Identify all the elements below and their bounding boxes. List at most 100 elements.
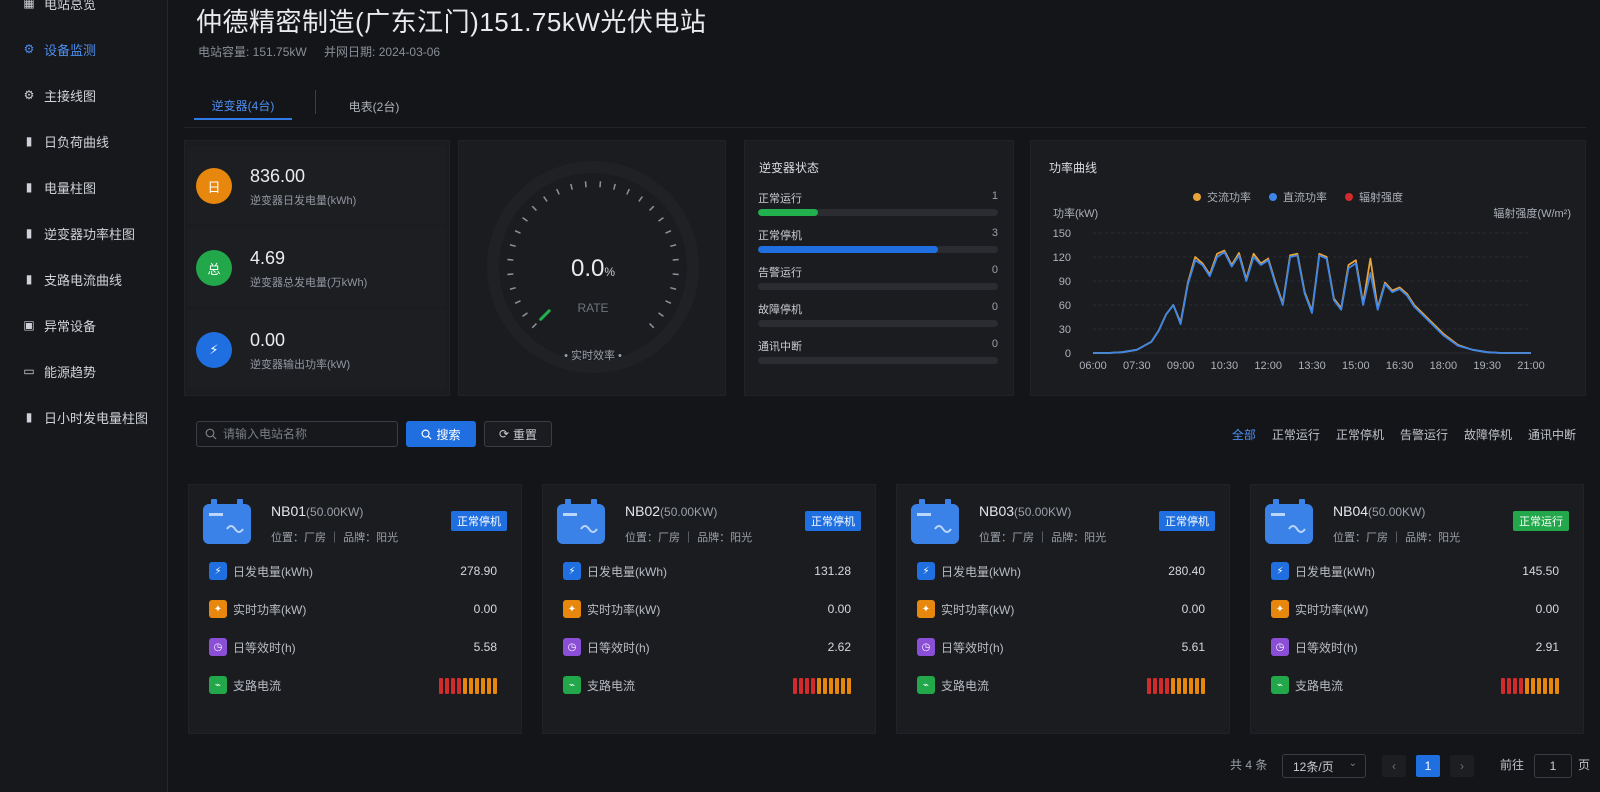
inverter-card[interactable]: NB01(50.00KW) 位置：厂房 ｜ 品牌：阳光 正常停机 ⚡ 日发电量(kWh)… — [188, 484, 522, 734]
sidebar-item-4[interactable]: ▮ 电量柱图 — [0, 172, 168, 202]
string-current-indicators — [793, 678, 851, 694]
sidebar-item-8[interactable]: ▭ 能源趋势 — [0, 356, 168, 386]
metric-hours: ◷ 日等效时(h) 2.62 — [563, 636, 859, 658]
inverter-icon — [201, 499, 253, 545]
status-badge: 正常停机 — [451, 511, 507, 531]
grid-icon: ▦ — [23, 0, 35, 10]
gauge-tick — [626, 188, 631, 195]
string-indicator — [841, 678, 845, 694]
sidebar-item-label: 日小时发电量柱图 — [44, 410, 149, 426]
metric-value: 0.00 — [1535, 602, 1559, 616]
string-indicator — [799, 678, 803, 694]
gauge-tick — [522, 217, 528, 222]
filter-option[interactable]: 全部 — [1232, 426, 1256, 443]
inverter-card[interactable]: NB02(50.00KW) 位置：厂房 ｜ 品牌：阳光 正常停机 ⚡ 日发电量(kWh)… — [542, 484, 876, 734]
filter-option[interactable]: 告警运行 — [1400, 426, 1448, 443]
prev-page-button[interactable]: ‹ — [1382, 755, 1406, 777]
metric-value: 0.00 — [1181, 602, 1205, 616]
gauge-tick — [514, 229, 521, 234]
gauge-tick — [543, 196, 548, 202]
metric-daily: ⚡ 日发电量(kWh) 280.40 — [917, 560, 1213, 582]
sidebar-item-7[interactable]: ▣ 异常设备 — [0, 310, 168, 340]
pagination-total: 共 4 条 — [1230, 758, 1268, 772]
string-indicator — [1171, 678, 1175, 694]
power-icon: ✦ — [1271, 600, 1289, 618]
string-indicator — [493, 678, 497, 694]
sidebar-item-0[interactable]: ▦ 电站总览 — [0, 0, 168, 18]
chevron-down-icon: ⌄ — [1348, 758, 1357, 769]
page-jump-input[interactable]: 1 — [1534, 754, 1572, 778]
filter-option[interactable]: 通讯中断 — [1528, 426, 1576, 443]
power-icon: ✦ — [563, 600, 581, 618]
next-page-button[interactable]: › — [1450, 755, 1474, 777]
status-count: 3 — [991, 227, 998, 239]
station-capacity: 电站容量: 151.75kW — [198, 45, 307, 59]
page-size-select[interactable]: 12条/页 ⌄ — [1282, 754, 1366, 778]
metric-value: 5.58 — [473, 640, 497, 654]
gear-icon: ⚙ — [23, 42, 35, 56]
inverter-rated-power: (50.00KW) — [306, 505, 364, 519]
metric-label: 支路电流 — [587, 678, 636, 693]
gauge-tick — [570, 183, 574, 190]
sidebar-item-9[interactable]: ▮ 日小时发电量柱图 — [0, 402, 168, 432]
inverter-name: NB01(50.00KW) — [271, 503, 363, 519]
stat-icon: 总 — [196, 250, 232, 286]
series-line — [1093, 249, 1531, 354]
sidebar-item-3[interactable]: ▮ 日负荷曲线 — [0, 126, 168, 156]
filter-option[interactable]: 正常停机 — [1336, 426, 1384, 443]
gauge-tick — [612, 183, 616, 190]
status-count: 0 — [991, 338, 998, 350]
string-indicator — [1531, 678, 1535, 694]
string-indicator — [1513, 678, 1517, 694]
search-field[interactable] — [196, 421, 398, 447]
gauge-tick — [649, 205, 655, 211]
inverter-rated-power: (50.00KW) — [1368, 505, 1426, 519]
tab-meter[interactable]: 电表(2台) — [334, 92, 414, 120]
status-bar-fill — [758, 209, 818, 216]
sidebar-item-1[interactable]: ⚙ 设备监测 — [0, 34, 168, 64]
inverter-card[interactable]: NB03(50.00KW) 位置：厂房 ｜ 品牌：阳光 正常停机 ⚡ 日发电量(kWh)… — [896, 484, 1230, 734]
string-current-indicators — [1147, 678, 1205, 694]
strings-icon: ⌁ — [1271, 676, 1289, 694]
x-tick-label: 06:00 — [1079, 360, 1107, 372]
metric-label: 实时功率(kW) — [587, 602, 661, 617]
search-button[interactable]: 搜索 — [406, 421, 476, 447]
gauge-tick — [531, 205, 537, 211]
stat-card-2: ⚡ 0.00 逆变器输出功率(kW) — [188, 310, 446, 388]
string-indicator — [835, 678, 839, 694]
page-1-button[interactable]: 1 — [1416, 755, 1440, 777]
stat-value: 836.00 — [250, 166, 306, 186]
filter-option[interactable]: 正常运行 — [1272, 426, 1320, 443]
inverter-id: NB01 — [271, 503, 307, 519]
sidebar-item-5[interactable]: ▮ 逆变器功率柱图 — [0, 218, 168, 248]
sidebar-item-2[interactable]: ⚙ 主接线图 — [0, 80, 168, 110]
metric-label: 实时功率(kW) — [233, 602, 307, 617]
power-icon: ✦ — [209, 600, 227, 618]
power-icon: ✦ — [917, 600, 935, 618]
y-tick-label: 90 — [1059, 276, 1071, 288]
sidebar-item-label: 设备监测 — [44, 42, 97, 58]
string-indicator — [1543, 678, 1547, 694]
x-tick-label: 18:00 — [1430, 360, 1458, 372]
gauge-value: 0.0% — [459, 255, 727, 283]
sidebar-item-label: 逆变器功率柱图 — [44, 226, 136, 242]
hours-icon: ◷ — [563, 638, 581, 656]
sidebar-item-6[interactable]: ▮ 支路电流曲线 — [0, 264, 168, 294]
inverter-location: 位置：厂房 ｜ 品牌：阳光 — [271, 532, 399, 544]
tab-inverter[interactable]: 逆变器(4台) — [194, 92, 292, 120]
search-input[interactable] — [223, 427, 393, 441]
inverter-name: NB03(50.00KW) — [979, 503, 1071, 519]
filter-option[interactable]: 故障停机 — [1464, 426, 1512, 443]
metric-value: 280.40 — [1168, 564, 1205, 578]
string-indicator — [829, 678, 833, 694]
string-indicator — [457, 678, 461, 694]
reset-button[interactable]: ⟳ 重置 — [484, 421, 552, 447]
status-badge: 正常停机 — [1159, 511, 1215, 531]
inverter-icon — [555, 499, 607, 545]
stat-icon: 日 — [196, 168, 232, 204]
string-indicator — [481, 678, 485, 694]
daily-icon: ⚡ — [1271, 562, 1289, 580]
inverter-card[interactable]: NB04(50.00KW) 位置：厂房 ｜ 品牌：阳光 正常运行 ⚡ 日发电量(kWh)… — [1250, 484, 1584, 734]
string-indicator — [1165, 678, 1169, 694]
gauge-number: 0.0 — [570, 255, 605, 282]
